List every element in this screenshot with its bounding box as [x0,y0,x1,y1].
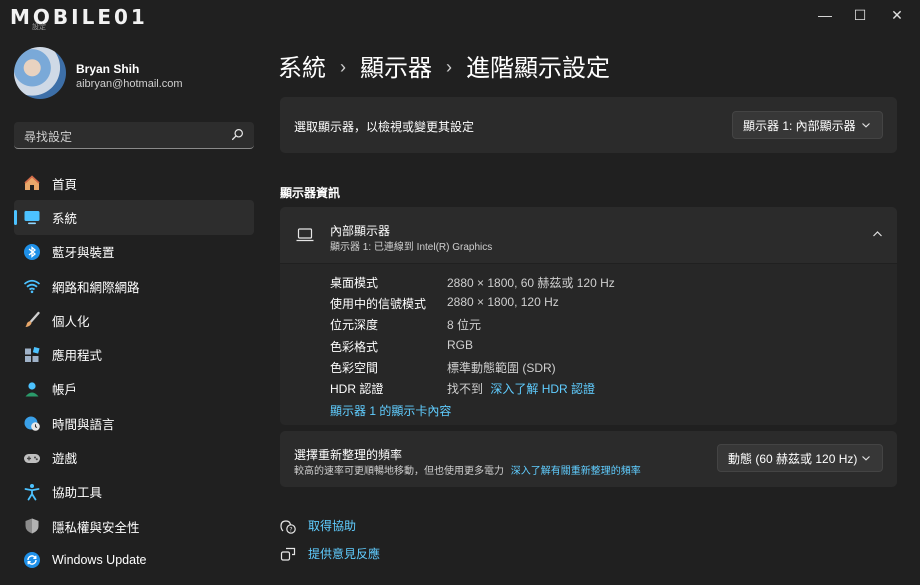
info-label-hdr: HDR 認證 [330,382,384,396]
sidebar-item-time-language[interactable]: 時間與語言 [14,406,254,440]
globe-clock-icon [24,416,40,432]
sidebar-item-privacy[interactable]: 隱私權與安全性 [14,509,254,543]
sidebar-nav: 首頁 系統 藍牙與裝置 網路和網際網路 個人化 應用程式 帳戶 時間與語言 遊戲… [14,166,254,578]
help-icon: ? [280,519,296,534]
profile-name: Bryan Shih [76,62,140,76]
svg-text:?: ? [289,526,292,533]
get-help-link[interactable]: ? 取得協助 [280,517,356,534]
home-icon [24,175,40,191]
title-bar: MOBILE01 設定 — ☐ ✕ [0,0,920,32]
info-value-desktop-mode: 2880 × 1800, 60 赫茲或 120 Hz [447,276,615,290]
sidebar-item-personalization[interactable]: 個人化 [14,303,254,337]
select-display-label: 選取顯示器，以檢視或變更其設定 [294,120,475,134]
sidebar-item-apps[interactable]: 應用程式 [14,337,254,371]
bluetooth-icon [24,243,40,260]
info-value-bit-depth: 8 位元 [447,318,482,332]
sidebar-item-gaming[interactable]: 遊戲 [14,440,254,474]
monitor-icon [24,211,40,225]
adapter-properties-link[interactable]: 顯示器 1 的顯示卡內容 [330,402,451,419]
search-input[interactable]: 尋找設定 [14,122,254,149]
gamepad-icon [24,453,40,463]
display-select-value: 顯示器 1: 內部顯示器 [743,118,856,133]
app-title: 設定 [32,24,46,31]
search-placeholder: 尋找設定 [24,130,73,144]
account-icon [25,382,39,397]
sidebar-item-network[interactable]: 網路和網際網路 [14,269,254,303]
info-label-color-format: 色彩格式 [330,340,379,354]
sidebar-item-accounts[interactable]: 帳戶 [14,372,254,406]
search-icon[interactable] [231,128,244,141]
avatar[interactable] [14,47,66,99]
info-label-bit-depth: 位元深度 [330,318,379,332]
refresh-rate-title: 選擇重新整理的頻率 [294,448,403,462]
sidebar-item-accessibility[interactable]: 協助工具 [14,475,254,509]
hdr-not-found: 找不到 [447,382,484,396]
brush-icon [25,312,40,328]
apps-icon [25,346,40,362]
shield-icon [25,518,39,534]
feedback-link[interactable]: 提供意見反應 [280,545,380,562]
chevron-down-icon [862,456,870,461]
monitor-subtitle: 顯示器 1: 已連線到 Intel(R) Graphics [330,242,493,253]
breadcrumb-display[interactable]: 顯示器 [360,55,432,82]
refresh-rate-subtitle: 較高的速率可更順暢地移動，但也使用更多電力 深入了解有關重新整理的頻率 [294,466,641,477]
breadcrumb: 系統 › 顯示器 › 進階顯示設定 [278,48,610,83]
breadcrumb-separator: › [340,57,346,77]
info-value-color-format: RGB [447,338,474,352]
monitor-title: 內部顯示器 [330,224,391,238]
info-value-signal-mode: 2880 × 1800, 120 Hz [447,295,559,309]
update-icon [24,552,40,569]
refresh-learn-more-link[interactable]: 深入了解有關重新整理的頻率 [511,466,641,477]
breadcrumb-system[interactable]: 系統 [278,55,326,82]
feedback-icon [280,547,296,561]
sidebar-item-home[interactable]: 首頁 [14,166,254,200]
display-info-details: 桌面模式 2880 × 1800, 60 赫茲或 120 Hz 使用中的信號模式… [280,264,897,425]
chevron-up-icon[interactable] [872,230,883,238]
accessibility-icon [24,483,40,501]
display-select-dropdown[interactable]: 顯示器 1: 內部顯示器 [732,111,883,139]
close-button[interactable]: ✕ [874,0,920,30]
refresh-rate-card: 選擇重新整理的頻率 較高的速率可更順暢地移動，但也使用更多電力 深入了解有關重新… [280,431,897,487]
sidebar-item-bluetooth[interactable]: 藍牙與裝置 [14,235,254,269]
sidebar-item-system[interactable]: 系統 [14,200,254,235]
display-info-header[interactable]: 內部顯示器 顯示器 1: 已連線到 Intel(R) Graphics [280,207,897,263]
info-label-color-space: 色彩空間 [330,361,379,375]
breadcrumb-separator: › [446,57,452,77]
laptop-icon [296,228,314,242]
info-value-color-space: 標準動態範圍 (SDR) [447,361,556,375]
app-logo: MOBILE01 [10,5,148,29]
wifi-icon [23,279,41,294]
info-label-desktop-mode: 桌面模式 [330,276,379,290]
display-info-section-title: 顯示器資訊 [280,186,341,200]
info-value-hdr: 找不到 深入了解 HDR 認證 [447,380,595,397]
chevron-down-icon [862,123,870,128]
info-label-signal-mode: 使用中的信號模式 [330,297,427,311]
refresh-rate-dropdown[interactable]: 動態 (60 赫茲或 120 Hz) [717,444,883,472]
hdr-learn-more-link[interactable]: 深入了解 HDR 認證 [490,382,595,396]
select-display-card: 選取顯示器，以檢視或變更其設定 顯示器 1: 內部顯示器 [280,97,897,153]
profile-email: aibryan@hotmail.com [76,78,183,90]
page-title: 進階顯示設定 [466,55,610,82]
sidebar-item-windows-update[interactable]: Windows Update [14,543,254,577]
refresh-rate-value: 動態 (60 赫茲或 120 Hz) [728,451,858,466]
